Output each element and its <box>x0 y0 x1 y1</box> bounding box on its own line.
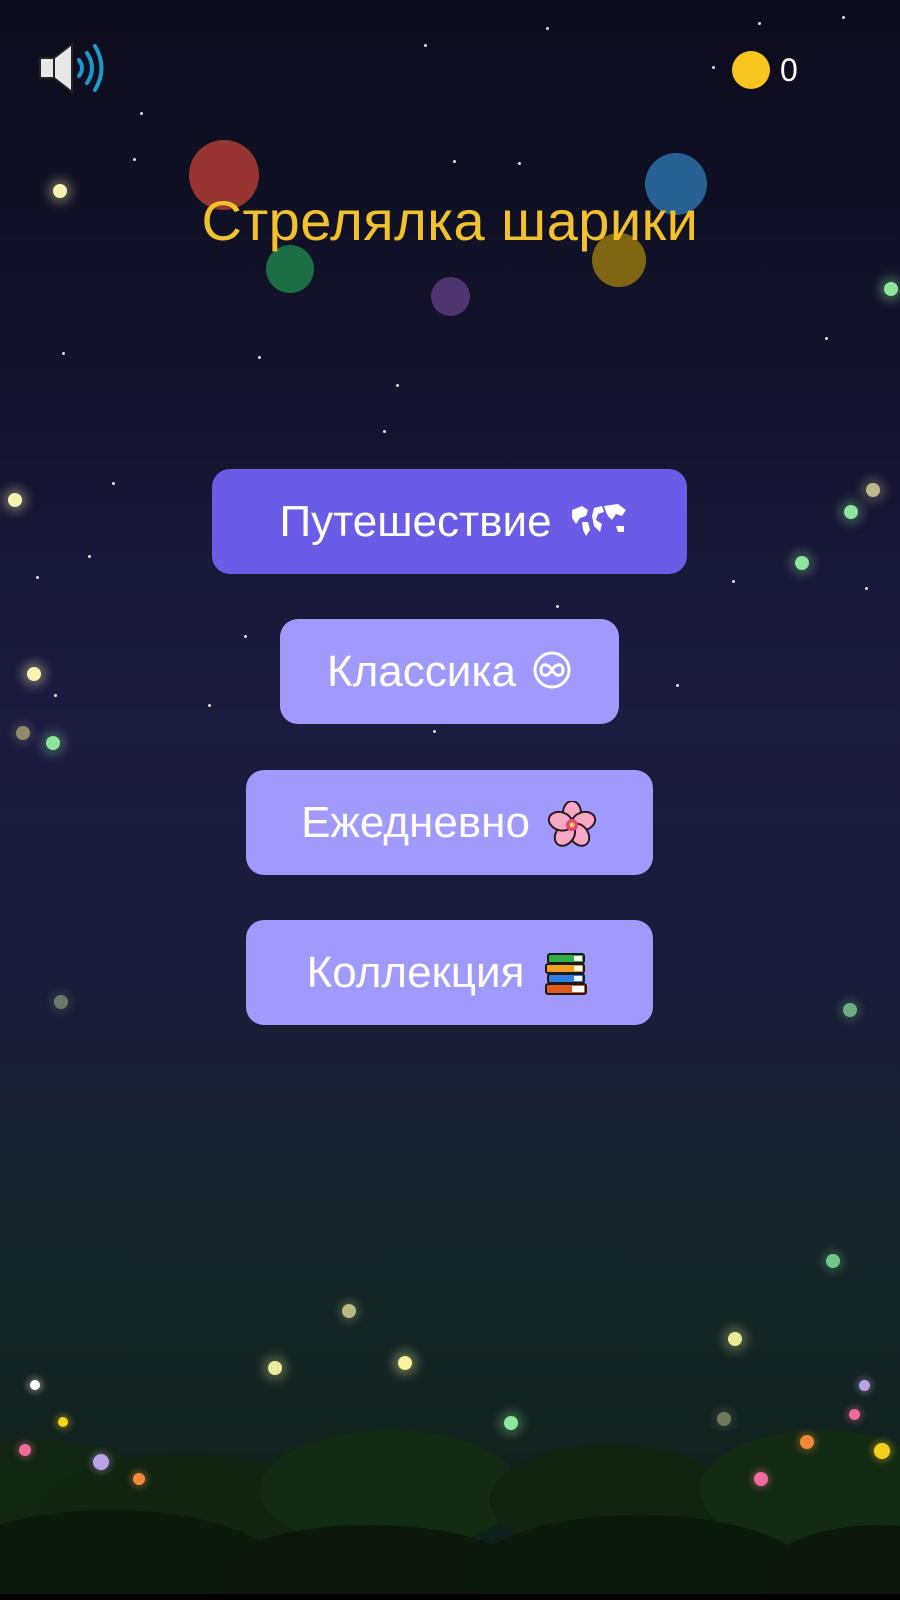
flower <box>874 1443 890 1459</box>
flower <box>93 1454 109 1470</box>
flower <box>800 1435 814 1449</box>
flower <box>19 1444 31 1456</box>
flower <box>133 1473 145 1485</box>
game-title: Стрелялка шарики <box>201 189 699 252</box>
bottom-edge <box>0 1594 900 1600</box>
flower <box>30 1380 40 1390</box>
flower <box>754 1472 768 1486</box>
flower <box>849 1409 860 1420</box>
flower <box>58 1417 68 1427</box>
flower <box>859 1380 870 1391</box>
